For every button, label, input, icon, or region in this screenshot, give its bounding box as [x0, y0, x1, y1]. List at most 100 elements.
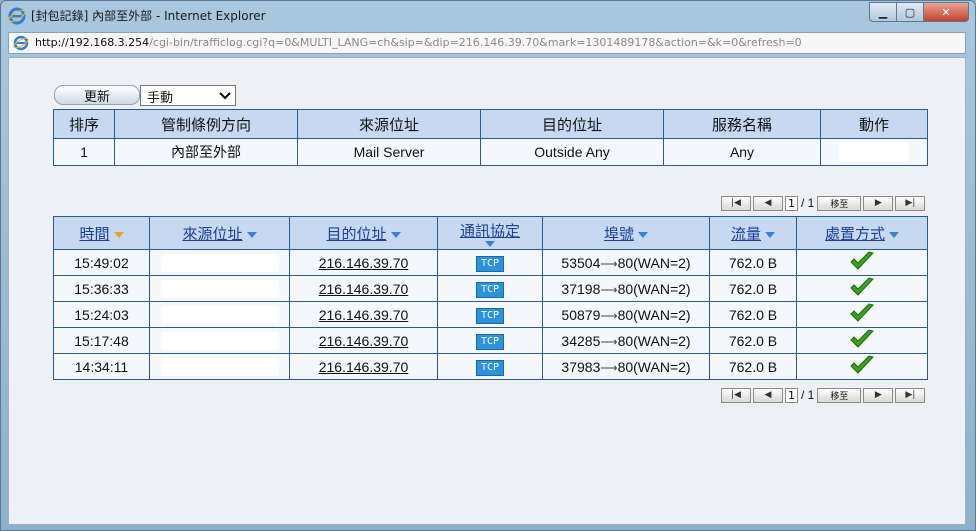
log-traffic: 762.0 B [709, 275, 797, 302]
sort-icon [765, 231, 775, 238]
log-src-port: 37983 [561, 358, 601, 375]
rule-table: 排序 管制條例方向 來源位址 目的位址 服務名稱 動作 1 內部至外部 Mail… [53, 109, 928, 166]
log-time: 14:34:11 [53, 353, 150, 380]
first-page-button[interactable]: |◀ [721, 195, 751, 211]
log-traffic: 762.0 B [709, 301, 797, 328]
log-disposition [796, 327, 928, 354]
refresh-mode-select[interactable]: 手動 [140, 85, 236, 106]
log-traffic: 762.0 B [709, 249, 797, 276]
log-src-port: 37198 [561, 280, 601, 297]
log-traffic: 762.0 B [709, 353, 797, 380]
prev-page-button[interactable]: ◀ [753, 387, 783, 403]
log-protocol: TCP [437, 353, 543, 380]
next-page-icon: ▶ [874, 198, 882, 208]
log-destination-link[interactable]: 216.146.39.70 [289, 275, 438, 302]
table-row: 14:34:11 216.146.39.70 TCP 37983⟶80(WAN=… [53, 353, 928, 380]
header-order: 排序 [53, 109, 115, 139]
log-time: 15:36:33 [53, 275, 150, 302]
first-page-icon: |◀ [731, 390, 741, 400]
redacted-action [839, 142, 909, 162]
tcp-badge: TCP [475, 282, 505, 298]
sort-port[interactable]: 埠號 [542, 216, 710, 250]
header-source: 來源位址 [297, 109, 481, 139]
log-dst-port: 80(WAN=2) [617, 358, 691, 375]
rule-service: Any [663, 138, 821, 166]
pager-top: |◀ ◀ 1 / 1 移至 ▶ ▶| [721, 194, 927, 212]
log-dst-port: 80(WAN=2) [617, 254, 691, 271]
address-bar[interactable]: http://192.168.3.254/cgi-bin/trafficlog.… [8, 32, 966, 54]
table-row: 15:36:33 216.146.39.70 TCP 37198⟶80(WAN=… [53, 275, 928, 302]
log-table: 時間 來源位址 目的位址 通訊協定 埠號 流量 處置方式 15:49:02 21… [53, 216, 928, 380]
header-src: 來源位址 [182, 225, 243, 243]
sort-destination[interactable]: 目的位址 [289, 216, 438, 250]
go-to-page-button[interactable]: 移至 [817, 195, 862, 211]
title-bar: [封包記錄] 內部至外部 - Internet Explorer ▁ ▢ ✕ [1, 1, 975, 31]
log-traffic: 762.0 B [709, 327, 797, 354]
header-proto: 通訊協定 [459, 222, 520, 240]
page-number-input[interactable]: 1 [785, 195, 798, 211]
log-destination-link[interactable]: 216.146.39.70 [289, 249, 438, 276]
page-total: / 1 [801, 388, 815, 402]
address-url[interactable]: http://192.168.3.254/cgi-bin/trafficlog.… [35, 36, 802, 49]
chevron-down-icon [219, 92, 231, 100]
first-page-button[interactable]: |◀ [721, 387, 751, 403]
green-check-icon [850, 303, 874, 322]
sort-time[interactable]: 時間 [53, 216, 150, 250]
last-page-button[interactable]: ▶| [895, 195, 926, 211]
log-source [149, 249, 290, 276]
sort-disposition[interactable]: 處置方式 [796, 216, 928, 250]
log-port: 34285⟶80(WAN=2) [542, 327, 710, 354]
page-content: 更新 手動 排序 管制條例方向 來源位址 目的位址 服務名稱 動作 1 內部至外… [8, 57, 966, 525]
green-check-icon [850, 251, 874, 270]
sort-traffic[interactable]: 流量 [709, 216, 797, 250]
log-time: 15:17:48 [53, 327, 150, 354]
tcp-badge: TCP [475, 334, 505, 350]
log-protocol: TCP [437, 301, 543, 328]
log-port: 50879⟶80(WAN=2) [542, 301, 710, 328]
log-dst-port: 80(WAN=2) [617, 306, 691, 323]
log-src-port: 50879 [561, 306, 601, 323]
sort-icon [638, 231, 648, 238]
log-disposition [796, 249, 928, 276]
redacted-source [160, 305, 279, 324]
green-check-icon [850, 277, 874, 296]
prev-page-button[interactable]: ◀ [753, 195, 783, 211]
refresh-mode-value: 手動 [147, 91, 174, 106]
page-total: / 1 [801, 196, 815, 210]
sort-icon [889, 231, 899, 238]
sort-desc-icon [113, 231, 124, 238]
tcp-badge: TCP [475, 256, 505, 272]
maximize-button[interactable]: ▢ [896, 2, 924, 22]
prev-page-icon: ◀ [764, 390, 772, 400]
header-direction: 管制條例方向 [114, 109, 298, 139]
sort-icon [485, 240, 495, 247]
log-dst-port: 80(WAN=2) [617, 332, 691, 349]
window-title: [封包記錄] 內部至外部 - Internet Explorer [31, 9, 266, 23]
log-disposition [796, 353, 928, 380]
next-page-button[interactable]: ▶ [863, 195, 894, 211]
window-controls: ▁ ▢ ✕ [869, 2, 969, 22]
minimize-button[interactable]: ▁ [869, 2, 897, 22]
sort-protocol[interactable]: 通訊協定 [437, 216, 543, 250]
close-button[interactable]: ✕ [923, 2, 969, 22]
log-port: 37983⟶80(WAN=2) [542, 353, 710, 380]
sort-source[interactable]: 來源位址 [149, 216, 290, 250]
refresh-button[interactable]: 更新 [54, 85, 140, 105]
sort-icon [246, 231, 257, 238]
log-destination-link[interactable]: 216.146.39.70 [289, 353, 438, 380]
last-page-icon: ▶| [905, 198, 916, 208]
rule-source: Mail Server [297, 138, 481, 166]
log-destination-link[interactable]: 216.146.39.70 [289, 327, 438, 354]
log-protocol: TCP [437, 327, 543, 354]
rule-direction: 內部至外部 [114, 138, 298, 166]
redacted-source [160, 253, 279, 272]
go-to-page-button[interactable]: 移至 [817, 387, 862, 403]
log-disposition [796, 301, 928, 328]
arrow-right-icon: ⟶ [600, 308, 618, 323]
next-page-button[interactable]: ▶ [863, 387, 894, 403]
log-destination-link[interactable]: 216.146.39.70 [289, 301, 438, 328]
page-number-input[interactable]: 1 [785, 387, 798, 403]
rule-order: 1 [53, 138, 115, 166]
log-protocol: TCP [437, 275, 543, 302]
last-page-button[interactable]: ▶| [895, 387, 926, 403]
